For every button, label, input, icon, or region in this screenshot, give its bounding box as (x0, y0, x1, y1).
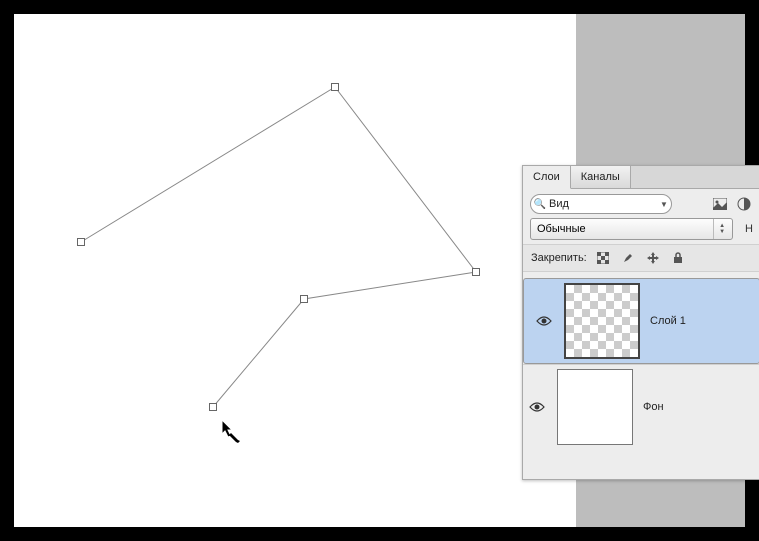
canvas[interactable] (14, 14, 576, 527)
path-anchor[interactable] (300, 295, 308, 303)
layers-list: Слой 1 Фон (523, 272, 759, 479)
path-anchor[interactable] (472, 268, 480, 276)
eye-icon (536, 315, 552, 327)
layers-panel: Слои Каналы 🔍 Вид ▼ Обычные ▲▼ Н (522, 165, 759, 480)
layer-thumbnail[interactable] (564, 283, 640, 359)
lock-brush-icon[interactable] (619, 249, 637, 267)
layer-row[interactable]: Фон (523, 365, 759, 449)
layer-thumbnail[interactable] (557, 369, 633, 445)
app-frame: Слои Каналы 🔍 Вид ▼ Обычные ▲▼ Н (14, 14, 745, 527)
layer-filter-select[interactable]: 🔍 Вид ▼ (530, 194, 672, 214)
lock-move-icon[interactable] (644, 249, 662, 267)
stepper-icon: ▲▼ (713, 219, 730, 239)
layer-name[interactable]: Слой 1 (646, 315, 686, 327)
lock-pixels-icon[interactable] (594, 249, 612, 267)
path-anchor[interactable] (77, 238, 85, 246)
tab-channels[interactable]: Каналы (571, 166, 631, 188)
vector-path[interactable] (14, 14, 576, 527)
visibility-toggle[interactable] (530, 315, 558, 327)
layer-row[interactable]: Слой 1 (523, 278, 759, 364)
blend-mode-select[interactable]: Обычные ▲▼ (530, 218, 733, 240)
eye-icon (529, 401, 545, 413)
visibility-toggle[interactable] (523, 401, 551, 413)
layer-filter-label: Вид (549, 198, 657, 210)
panel-tabs: Слои Каналы (523, 166, 759, 189)
tab-layers[interactable]: Слои (523, 166, 571, 189)
chevron-down-icon: ▼ (657, 200, 671, 209)
search-icon: 🔍 (531, 199, 549, 210)
layer-name[interactable]: Фон (639, 401, 664, 413)
adjustment-filter-icon[interactable] (735, 195, 753, 213)
lock-all-icon[interactable] (669, 249, 687, 267)
lock-bar: Закрепить: (523, 244, 759, 272)
path-anchor[interactable] (209, 403, 217, 411)
opacity-label: Н (745, 223, 753, 235)
lock-label: Закрепить: (531, 252, 587, 264)
path-anchor[interactable] (331, 83, 339, 91)
image-filter-icon[interactable] (711, 195, 729, 213)
blend-mode-value: Обычные (537, 223, 586, 235)
